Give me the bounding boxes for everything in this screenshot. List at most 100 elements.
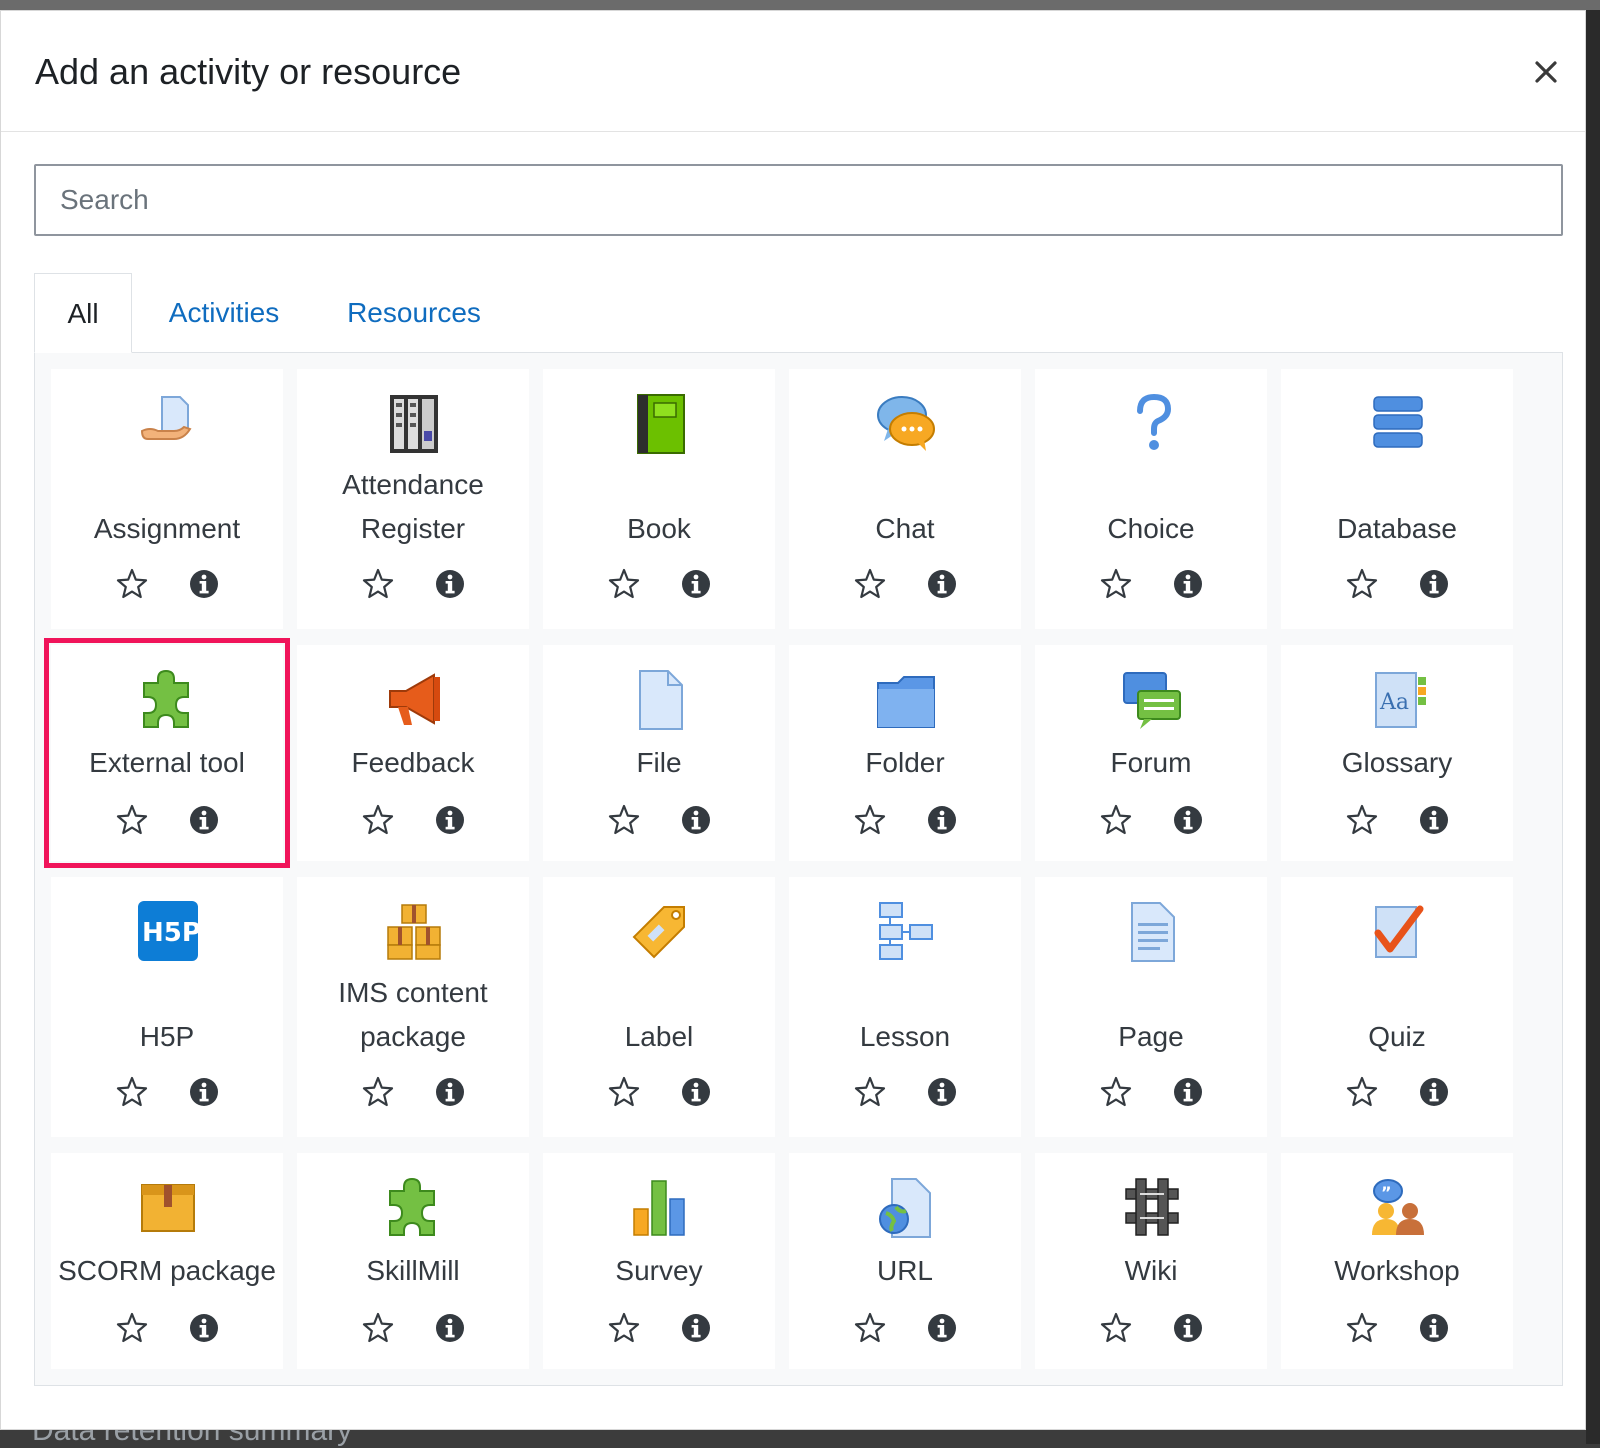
star-button[interactable] xyxy=(1099,803,1133,837)
module-card-h5p[interactable]: H5P H5P xyxy=(51,877,283,1137)
module-card-quiz[interactable]: Quiz xyxy=(1281,877,1513,1137)
info-button[interactable] xyxy=(925,567,959,601)
module-card-skillmill[interactable]: SkillMill xyxy=(297,1153,529,1369)
info-button[interactable] xyxy=(1171,567,1205,601)
info-button[interactable] xyxy=(187,803,221,837)
module-label: File xyxy=(636,747,682,778)
info-icon xyxy=(679,567,713,601)
info-button[interactable] xyxy=(1417,1075,1451,1109)
module-card-chat[interactable]: Chat xyxy=(789,369,1021,629)
star-button[interactable] xyxy=(361,803,395,837)
info-button[interactable] xyxy=(187,1311,221,1345)
module-card-lesson[interactable]: Lesson xyxy=(789,877,1021,1137)
module-card-choice[interactable]: Choice xyxy=(1035,369,1267,629)
star-button[interactable] xyxy=(853,1075,887,1109)
info-button[interactable] xyxy=(1417,1311,1451,1345)
star-button[interactable] xyxy=(607,1075,641,1109)
star-outline-icon xyxy=(1099,567,1133,601)
star-button[interactable] xyxy=(1099,567,1133,601)
module-card-feedback[interactable]: Feedback xyxy=(297,645,529,861)
module-label: Glossary xyxy=(1341,747,1453,778)
glossary-icon: Aa xyxy=(1366,667,1430,731)
module-card-assignment[interactable]: Assignment xyxy=(51,369,283,629)
info-button[interactable] xyxy=(433,803,467,837)
info-button[interactable] xyxy=(679,803,713,837)
module-card-wiki[interactable]: Wiki xyxy=(1035,1153,1267,1369)
star-button[interactable] xyxy=(1099,1311,1133,1345)
module-card-ims-content-package[interactable]: IMS content package xyxy=(297,877,529,1137)
module-card-label[interactable]: Label xyxy=(543,877,775,1137)
info-button[interactable] xyxy=(433,567,467,601)
module-card-database[interactable]: Database xyxy=(1281,369,1513,629)
info-button[interactable] xyxy=(925,1075,959,1109)
window-right-edge xyxy=(1586,10,1600,1444)
attendance-register-icon xyxy=(382,391,446,455)
info-button[interactable] xyxy=(679,567,713,601)
star-button[interactable] xyxy=(361,1311,395,1345)
info-icon xyxy=(1171,567,1205,601)
star-button[interactable] xyxy=(607,1311,641,1345)
label-icon xyxy=(628,899,692,963)
url-icon xyxy=(874,1175,938,1239)
info-button[interactable] xyxy=(1417,567,1451,601)
close-button[interactable] xyxy=(1531,57,1561,87)
star-button[interactable] xyxy=(1345,1311,1379,1345)
tab-resources[interactable]: Resources xyxy=(334,273,494,353)
module-card-page[interactable]: Page xyxy=(1035,877,1267,1137)
module-grid: Assignment Attendance Register Book Chat Cho… xyxy=(34,352,1563,1386)
info-button[interactable] xyxy=(433,1311,467,1345)
star-button[interactable] xyxy=(361,1075,395,1109)
star-button[interactable] xyxy=(115,1075,149,1109)
star-button[interactable] xyxy=(1345,567,1379,601)
star-button[interactable] xyxy=(115,803,149,837)
module-card-glossary[interactable]: Aa Glossary xyxy=(1281,645,1513,861)
module-card-url[interactable]: URL xyxy=(789,1153,1021,1369)
star-button[interactable] xyxy=(115,1311,149,1345)
star-button[interactable] xyxy=(1345,1075,1379,1109)
module-card-folder[interactable]: Folder xyxy=(789,645,1021,861)
star-button[interactable] xyxy=(361,567,395,601)
info-icon xyxy=(187,1075,221,1109)
star-outline-icon xyxy=(607,803,641,837)
module-label: Forum xyxy=(1110,747,1192,778)
star-outline-icon xyxy=(361,1075,395,1109)
star-button[interactable] xyxy=(853,567,887,601)
star-outline-icon xyxy=(853,567,887,601)
star-button[interactable] xyxy=(853,1311,887,1345)
module-card-book[interactable]: Book xyxy=(543,369,775,629)
star-button[interactable] xyxy=(115,567,149,601)
info-button[interactable] xyxy=(925,803,959,837)
module-label: Attendance Register xyxy=(342,469,484,544)
info-button[interactable] xyxy=(433,1075,467,1109)
info-button[interactable] xyxy=(1171,1311,1205,1345)
info-button[interactable] xyxy=(679,1075,713,1109)
module-card-survey[interactable]: Survey xyxy=(543,1153,775,1369)
star-outline-icon xyxy=(1345,1075,1379,1109)
star-outline-icon xyxy=(361,803,395,837)
module-card-external-tool[interactable]: External tool xyxy=(44,638,290,868)
star-button[interactable] xyxy=(853,803,887,837)
search-input[interactable] xyxy=(34,164,1563,236)
module-card-forum[interactable]: Forum xyxy=(1035,645,1267,861)
info-icon xyxy=(187,567,221,601)
module-label: Survey xyxy=(615,1255,703,1286)
module-label: SkillMill xyxy=(366,1255,460,1286)
star-button[interactable] xyxy=(1099,1075,1133,1109)
module-card-file[interactable]: File xyxy=(543,645,775,861)
info-button[interactable] xyxy=(1171,1075,1205,1109)
module-card-workshop[interactable]: ” Workshop xyxy=(1281,1153,1513,1369)
info-icon xyxy=(679,1075,713,1109)
module-card-attendance-register[interactable]: Attendance Register xyxy=(297,369,529,629)
info-button[interactable] xyxy=(1171,803,1205,837)
tab-activities[interactable]: Activities xyxy=(154,273,294,353)
star-button[interactable] xyxy=(1345,803,1379,837)
star-button[interactable] xyxy=(607,803,641,837)
module-card-scorm-package[interactable]: SCORM package xyxy=(51,1153,283,1369)
info-button[interactable] xyxy=(187,1075,221,1109)
star-button[interactable] xyxy=(607,567,641,601)
info-button[interactable] xyxy=(679,1311,713,1345)
info-button[interactable] xyxy=(925,1311,959,1345)
info-button[interactable] xyxy=(187,567,221,601)
info-button[interactable] xyxy=(1417,803,1451,837)
tab-all[interactable]: All xyxy=(34,273,132,353)
